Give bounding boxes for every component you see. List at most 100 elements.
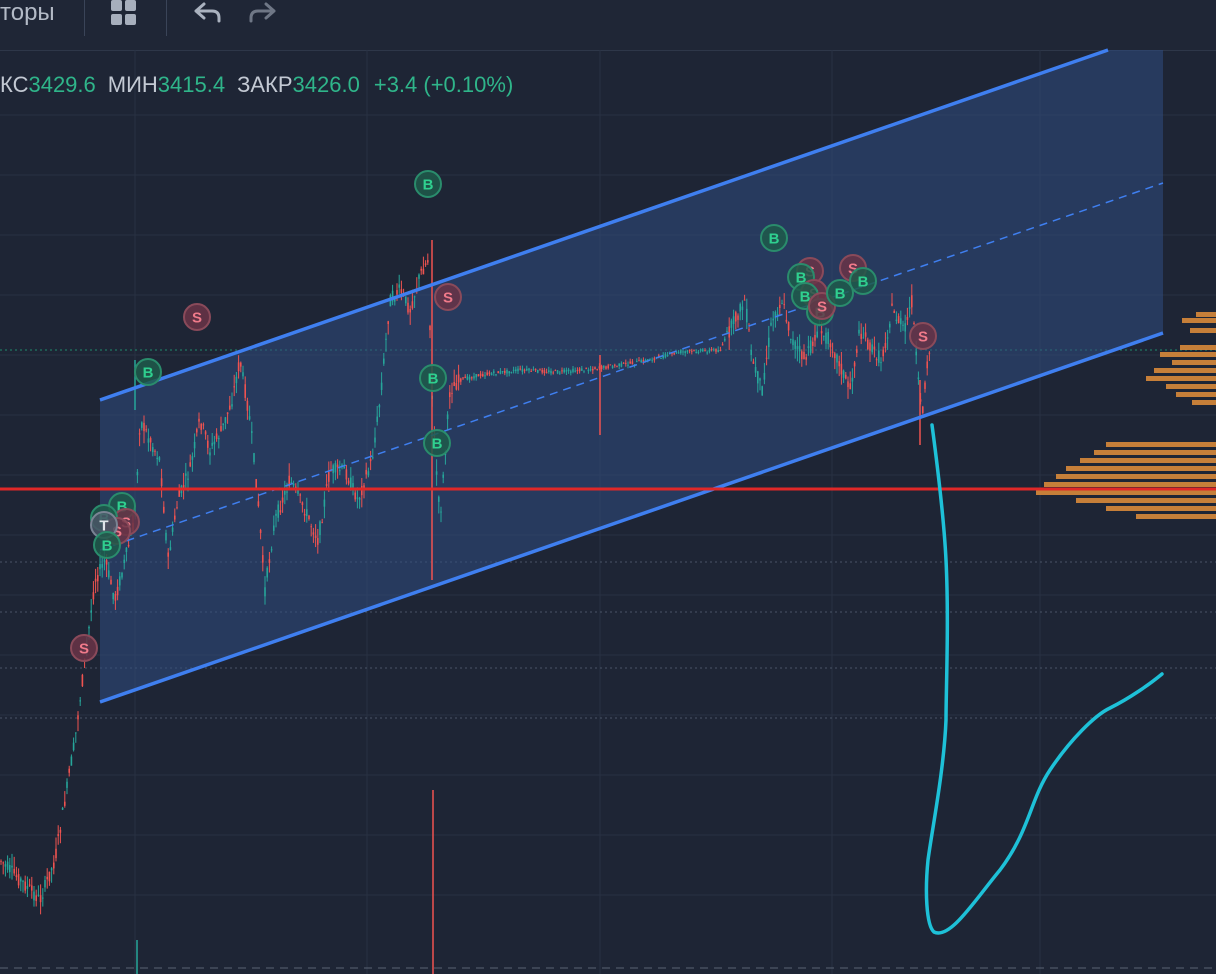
candle-body [629,361,631,364]
candle-body [596,369,598,371]
candle-body [204,431,207,435]
candle-body [581,368,583,371]
candle-body [356,497,359,499]
candle-body [849,383,851,390]
candle-body [882,349,884,357]
candle-body [169,547,172,551]
candle-body [666,355,669,357]
candle-body [125,547,128,553]
candle-body [336,464,339,468]
candle-body [88,626,90,629]
candle-body [906,316,909,320]
candle-body [545,372,548,374]
candle-body [303,513,306,516]
candle-body [114,593,117,601]
candle-body [457,374,460,383]
candle-body [875,359,878,361]
candle-body [534,368,537,371]
candle-body [191,456,194,460]
candle-body [548,370,550,373]
volume-profile-bar [1066,466,1216,471]
candle-body [187,478,189,480]
candle-body [790,339,792,341]
candle-body [352,483,354,488]
candle-body [101,564,103,568]
candle-body [22,880,24,882]
volume-profile-bar [1146,376,1216,381]
candle-body [332,465,334,474]
candle-body [273,525,275,531]
candle-body [842,370,845,378]
candle-body [829,343,832,348]
candle-body [493,371,495,373]
candle-body [550,370,552,374]
candle-body [686,351,689,353]
min-value: 3415.4 [157,72,226,97]
candle-body [136,471,139,476]
candle-body [453,382,455,386]
candle-body [653,357,656,361]
candle-body [28,884,31,886]
candle-body [807,346,810,348]
candle-body [268,559,271,563]
candle-body [748,329,750,331]
candle-body [730,320,733,328]
candle-body [783,304,785,306]
candle-body [501,370,504,372]
candle-body [400,289,403,294]
candle-body [631,361,634,365]
candle-body [895,319,898,322]
candle-body [420,268,422,271]
price-chart[interactable]: BSBSBBBSBSBSBBSBSBSBSTBS [0,0,1216,974]
candle-body [781,303,783,305]
candle-body [572,368,574,372]
candle-body [224,417,227,423]
candle-body [490,373,493,376]
candle-body [202,424,205,426]
candle-body [297,490,299,494]
candle-body [189,462,191,467]
candle-body [451,392,453,394]
candle-body [158,457,161,461]
candle-body [715,348,717,352]
candle-body [367,471,370,476]
candle-body [776,313,779,315]
candle-body [585,367,587,369]
candle-body [92,592,95,600]
candle-body [466,376,469,380]
candle-body [275,513,277,516]
candle-body [737,315,739,320]
candle-body [167,552,169,557]
candle-body [435,471,438,475]
candle-body [455,383,458,390]
candle-body [761,386,763,396]
candle-body [908,307,911,309]
candle-body [6,861,9,870]
candle-body [460,378,462,382]
candle-body [15,875,18,878]
candle-body [627,364,629,366]
candle-body [380,382,383,390]
volume-profile-bar [1190,328,1216,333]
regression-channel-fill [100,50,1163,702]
candle-body [200,423,202,430]
candle-body [213,441,216,445]
candle-body [605,366,607,369]
volume-profile-bar [1172,360,1216,365]
candle-body [677,352,680,354]
candle-body [154,450,156,452]
candle-body [317,538,319,545]
candle-body [248,416,251,420]
candle-body [387,321,389,325]
candle-body [4,864,7,867]
candle-body [306,509,308,517]
candle-body [123,559,125,563]
candle-body [871,344,873,353]
candle-body [563,369,565,373]
candle-body [719,349,722,351]
candle-body [565,370,568,372]
candle-body [75,732,77,734]
candle-body [46,876,48,880]
volume-profile-bar [1056,474,1216,479]
candle-body [438,496,440,502]
